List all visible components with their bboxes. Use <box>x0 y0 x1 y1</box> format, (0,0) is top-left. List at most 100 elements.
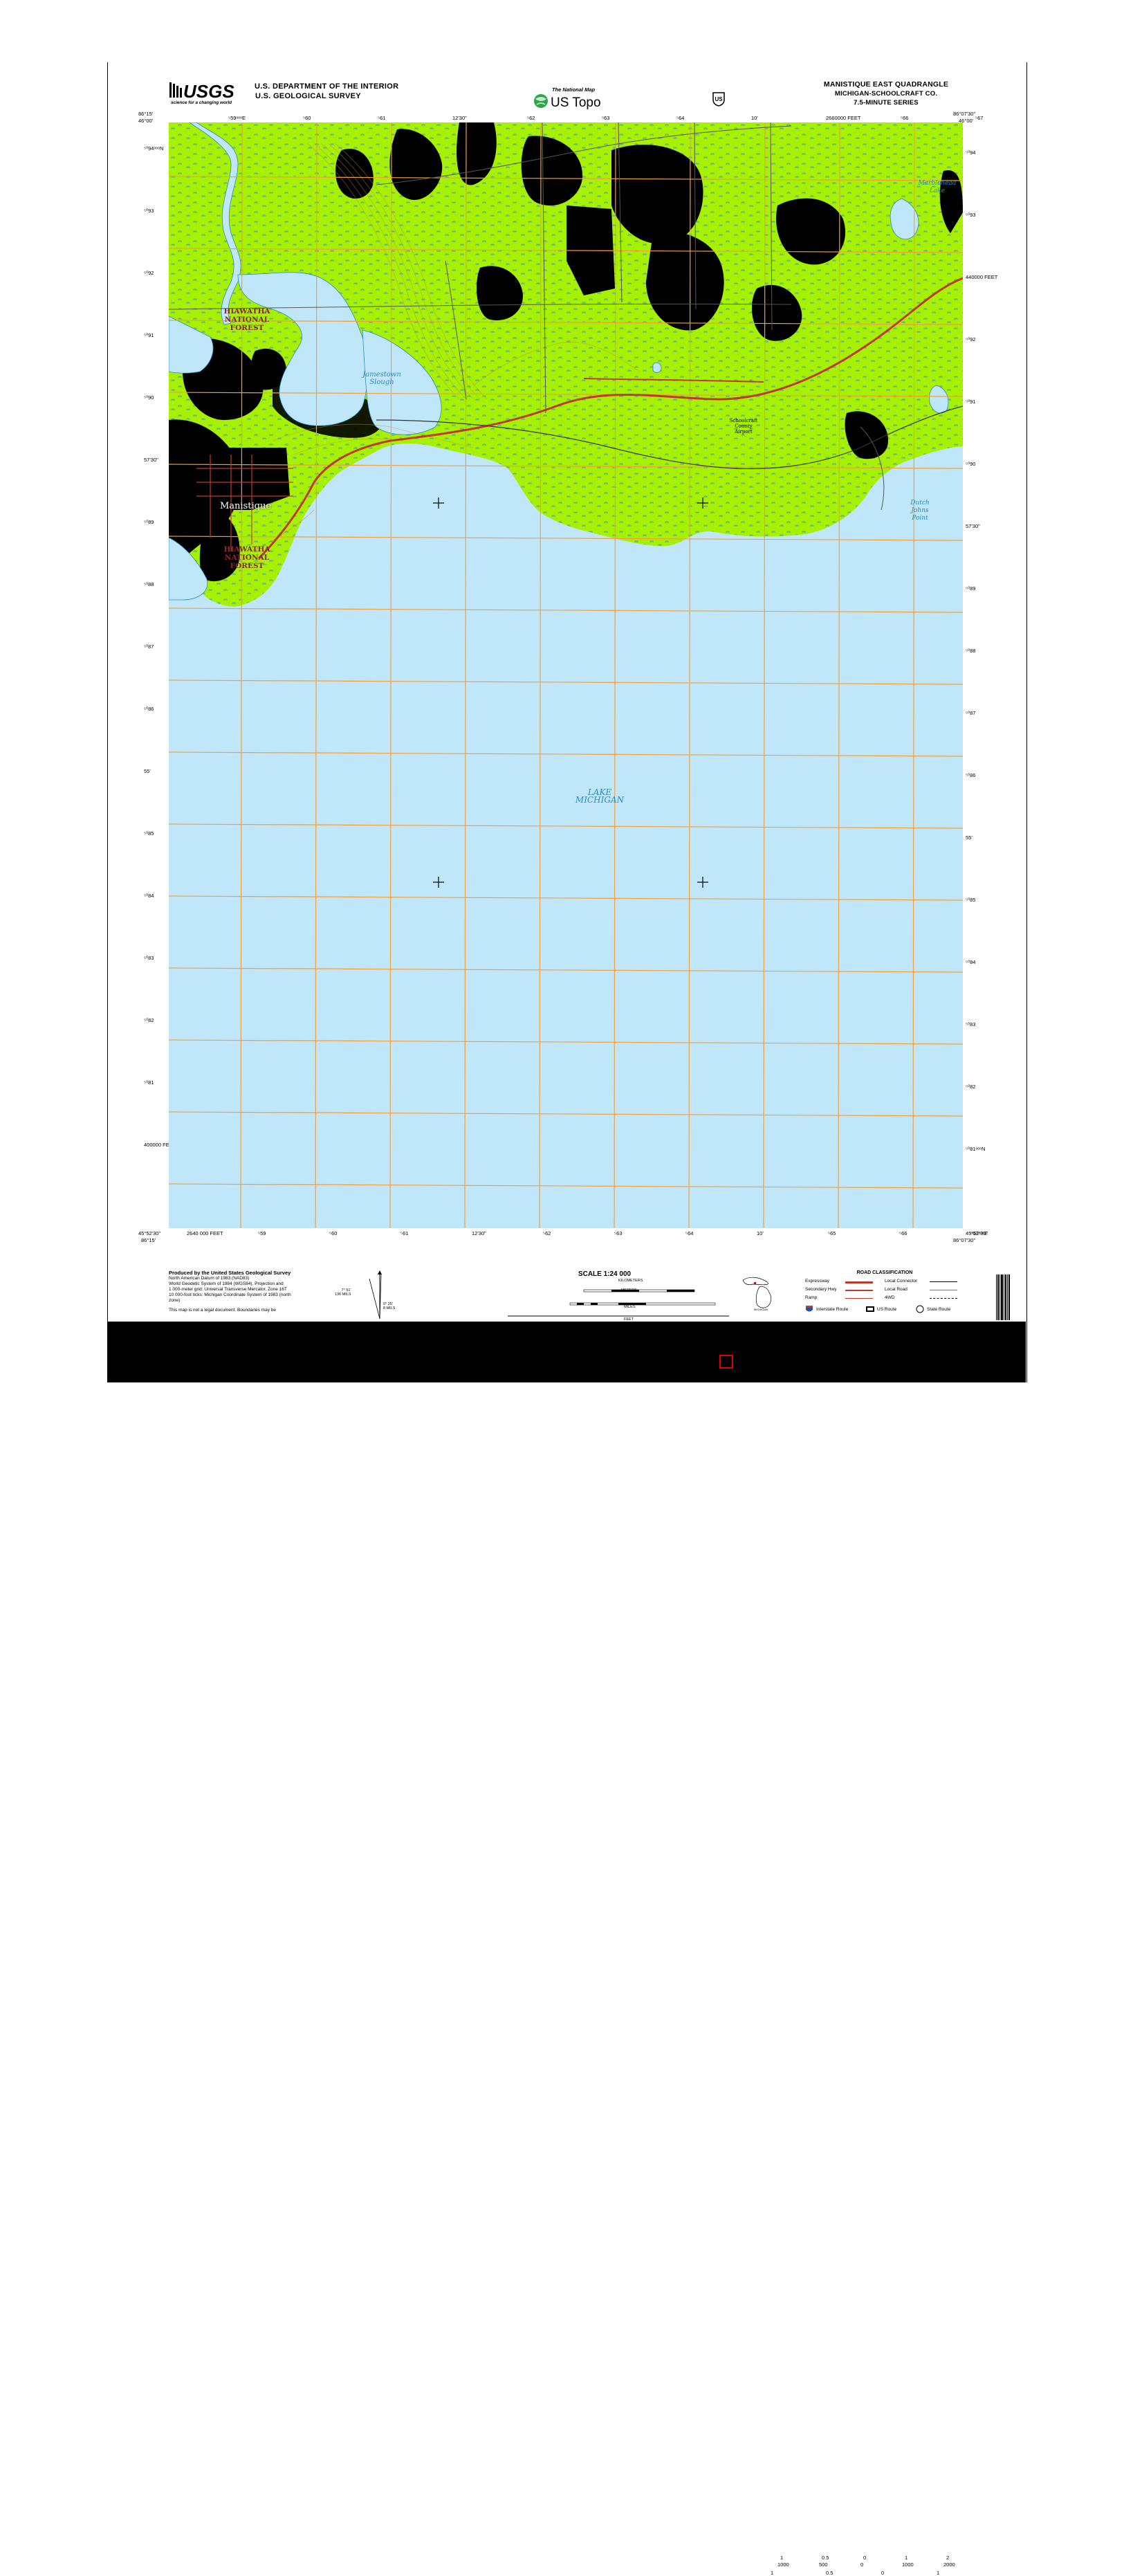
bottom-tick-label: ⁵59 <box>258 1230 266 1236</box>
us-topo-logo: The National Map US Topo <box>534 86 601 110</box>
left-tick-label: ⁵⁰92 <box>144 270 154 276</box>
red-marker-box <box>719 1355 733 1369</box>
road-class-local-road: Local Road <box>885 1287 908 1292</box>
corner-bottom-left-lon: 86°15' <box>141 1237 156 1243</box>
left-tick-label: ⁵⁰93 <box>144 208 154 214</box>
scale-title: SCALE 1:24 000 <box>578 1270 632 1278</box>
quadrangle-title-block: MANISTIQUE EAST QUADRANGLE MICHIGAN-SCHO… <box>795 80 977 107</box>
globe-icon <box>534 94 548 108</box>
airport-label: Schoolcraft County Airport <box>729 418 758 435</box>
bottom-tick-label: ⁵63 <box>614 1230 623 1236</box>
corner-top-left-lat: 46°00' <box>138 118 154 124</box>
right-tick-label: ⁵⁰88 <box>966 648 976 654</box>
bottom-tick-label: ⁵64 <box>685 1230 694 1236</box>
right-tick-label: ⁵⁰94 <box>966 149 976 156</box>
left-tick-label: ⁵⁰85 <box>144 830 154 837</box>
us-topo-text: US Topo <box>551 95 601 110</box>
meters-label: METERS <box>621 1288 637 1292</box>
datum-line-4: 10 000-foot ticks: Michigan Coordinate S… <box>169 1292 291 1297</box>
km-label: KILOMETERS <box>618 1279 643 1283</box>
usgs-logo: USGS science for a changing world <box>169 81 234 105</box>
road-class-title: ROAD CLASSIFICATION <box>856 1270 913 1275</box>
bottom-tick-label: ⁵65 <box>828 1230 836 1236</box>
right-tick-label: ⁵⁰83 <box>966 1021 976 1027</box>
hiawatha-forest-label-north: HIAWATHA NATIONAL FOREST <box>223 307 270 332</box>
right-tick-label: 55' <box>966 834 973 841</box>
top-tick-label: ⁵59ᵒᵒᵒE <box>228 115 246 121</box>
road-class-local-connector: Local Connector <box>885 1279 918 1284</box>
us-route-shield-icon: US <box>712 92 725 107</box>
lake-michigan-label: LAKE MICHIGAN <box>575 787 625 805</box>
km-tick: 1 <box>780 2555 784 2561</box>
top-tick-label: 10' <box>751 115 758 121</box>
left-tick-label: ⁵⁰83 <box>144 955 154 961</box>
left-tick-label: ⁵⁰89 <box>144 519 154 525</box>
right-tick-label: ⁵⁰87 <box>966 710 976 716</box>
top-tick-label: ⁵64 <box>676 115 685 121</box>
mile-tick: 1 <box>771 2570 774 2576</box>
meter-tick: 1000 <box>777 2561 789 2568</box>
top-tick-label: ⁵61 <box>378 115 386 121</box>
us-route-label: US Route <box>877 1307 897 1312</box>
meter-tick: 2000 <box>943 2561 955 2568</box>
top-tick-label: ⁵66 <box>901 115 909 121</box>
bottom-tick-label: ⁵62 <box>543 1230 551 1236</box>
road-class-secondary: Secondary Hwy <box>805 1287 837 1292</box>
bottom-tick-label: ⁵66 <box>899 1230 908 1236</box>
dept-line-2: U.S. GEOLOGICAL SURVEY <box>255 92 361 100</box>
right-tick-label: 57'30" <box>966 523 980 529</box>
legal-note: This map is not a legal document. Bounda… <box>169 1308 277 1313</box>
state-route-label: State Route <box>927 1307 951 1312</box>
right-tick-label: ⁵⁰91 <box>966 399 976 405</box>
left-tick-label: ⁵⁰86 <box>144 706 154 712</box>
barcode <box>996 1275 1010 1320</box>
svg-text:US: US <box>715 96 723 102</box>
bottom-tick-label: 2640 000 FEET <box>187 1230 223 1236</box>
state-route-icon <box>916 1305 924 1313</box>
right-tick-label: ⁵⁰82 <box>966 1084 976 1090</box>
bottom-tick-label: 10' <box>757 1230 764 1236</box>
right-tick-label: ⁵⁰92 <box>966 336 976 342</box>
quad-series: 7.5-MINUTE SERIES <box>854 99 919 107</box>
datum-line-1: North American Datum of 1983 (NAD83) <box>169 1276 250 1281</box>
mile-tick: 0.5 <box>826 2570 833 2576</box>
right-tick-label: ⁵⁰90 <box>966 461 976 467</box>
declination-1: 7° 51' 136 MILS <box>335 1288 351 1297</box>
local-connector-line <box>930 1281 957 1282</box>
mile-tick: 0 <box>881 2570 885 2576</box>
km-tick: 0 <box>863 2555 867 2561</box>
right-tick-label: ⁵⁰93 <box>966 212 976 218</box>
dutch-johns-point-label: Dutch Johns Point <box>910 500 930 522</box>
mile-tick: 1 <box>937 2570 940 2576</box>
datum-line-3: 1 000-meter grid: Universal Transverse M… <box>169 1287 287 1292</box>
4wd-line <box>930 1298 957 1299</box>
left-tick-label: ⁵⁰91 <box>144 332 154 338</box>
usgs-tagline: science for a changing world <box>171 100 232 105</box>
left-tick-label: 57'30" <box>144 457 158 463</box>
right-tick-label: ⁵⁰85 <box>966 897 976 903</box>
top-tick-label: ⁵63 <box>602 115 610 121</box>
marblehead-lake-label: Marblehead Lake <box>918 180 957 194</box>
interstate-route-label: Interstate Route <box>816 1307 849 1312</box>
datum-line-5: zone) <box>169 1298 181 1303</box>
topographic-map[interactable] <box>169 122 963 1228</box>
ramp-line <box>845 1298 873 1299</box>
produced-by: Produced by the United States Geological… <box>169 1270 291 1276</box>
datum-line-2: World Geodetic System of 1984 (WGS84). P… <box>169 1281 284 1286</box>
map-footer: Produced by the United States Geological… <box>169 1270 964 2576</box>
km-tick: 1 <box>905 2555 908 2561</box>
road-classification-legend: ROAD CLASSIFICATION Expressway Local Con… <box>805 1270 964 1319</box>
manistique-town-label: Manistique <box>220 501 272 511</box>
km-tick: 0.5 <box>822 2555 829 2561</box>
left-tick-label: ⁵⁰87 <box>144 643 154 650</box>
corner-bottom-right-lon: 86°07'30" <box>953 1237 976 1243</box>
interstate-shield-icon <box>806 1306 813 1312</box>
jamestown-slough-label: Jamestown Slough <box>362 371 401 386</box>
left-tick-label: ⁵⁰82 <box>144 1017 154 1023</box>
hiawatha-forest-label-south: HIAWATHA NATIONAL FOREST <box>223 545 270 570</box>
inset-label: MICHIGAN <box>754 1308 768 1311</box>
left-tick-label: ⁵⁰84 <box>144 893 154 899</box>
top-tick-label: ⁵62 <box>527 115 535 121</box>
left-tick-label: ⁵⁰90 <box>144 394 154 401</box>
bottom-tick-label: ⁵60 <box>329 1230 338 1236</box>
